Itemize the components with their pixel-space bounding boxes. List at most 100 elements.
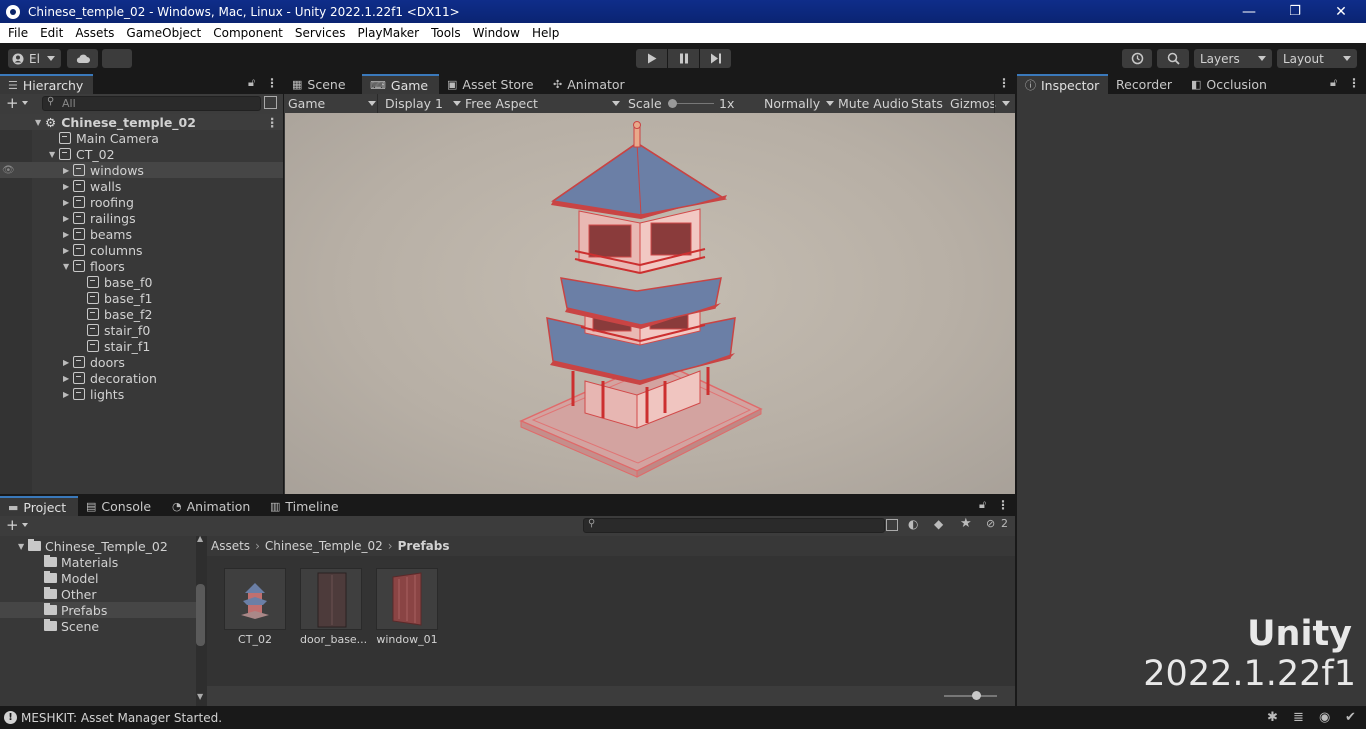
expand-arrow-icon[interactable]: ▼ bbox=[63, 262, 73, 271]
add-icon[interactable]: + bbox=[6, 517, 19, 533]
add-icon[interactable]: + bbox=[6, 95, 19, 111]
mute-audio-button[interactable]: Mute Audio bbox=[838, 94, 909, 113]
more-options-icon[interactable]: ⋮ bbox=[266, 76, 278, 90]
game-viewport[interactable] bbox=[285, 113, 1015, 494]
hierarchy-item[interactable]: stair_f1 bbox=[0, 338, 283, 354]
tab-inspector[interactable]: ⓘ Inspector bbox=[1017, 74, 1108, 94]
tab-recorder[interactable]: Recorder bbox=[1108, 74, 1183, 94]
scene-root-row[interactable]: ▼ ⚙ Chinese_temple_02 ⋮ bbox=[0, 114, 283, 130]
layout-dropdown[interactable]: Layout bbox=[1277, 49, 1357, 68]
hidden-eye-icon[interactable]: ⊘ bbox=[986, 517, 995, 530]
tab-game[interactable]: ⌨ Game bbox=[362, 74, 439, 94]
expand-arrow-icon[interactable]: ▶ bbox=[63, 358, 73, 367]
tab-console[interactable]: ▤ Console bbox=[78, 496, 164, 516]
menu-file[interactable]: File bbox=[2, 26, 34, 40]
scale-slider-handle[interactable] bbox=[668, 99, 677, 108]
expand-arrow-icon[interactable]: ▼ bbox=[49, 150, 59, 159]
hierarchy-item[interactable]: base_f1 bbox=[0, 290, 283, 306]
gizmos-button[interactable]: Gizmos bbox=[950, 94, 996, 113]
tab-occlusion[interactable]: ◧ Occlusion bbox=[1183, 74, 1279, 94]
tab-hierarchy[interactable]: ☰ Hierarchy bbox=[0, 74, 93, 94]
lock-icon[interactable]: 🔓︎ bbox=[1330, 76, 1337, 90]
scale-slider[interactable] bbox=[668, 99, 714, 108]
menu-tools[interactable]: Tools bbox=[425, 26, 467, 40]
hierarchy-item[interactable]: ▶ decoration bbox=[0, 370, 283, 386]
game-mode-dropdown[interactable]: Game bbox=[288, 94, 376, 113]
stats-button[interactable]: Stats bbox=[911, 94, 943, 113]
cloud-button[interactable] bbox=[67, 49, 98, 68]
close-button[interactable]: ✕ bbox=[1318, 0, 1364, 23]
expand-arrow-icon[interactable]: ▼ bbox=[18, 542, 28, 551]
menu-window[interactable]: Window bbox=[467, 26, 526, 40]
step-button[interactable] bbox=[700, 49, 731, 68]
checkmark-icon[interactable]: ✔ bbox=[1345, 710, 1356, 725]
expand-arrow-icon[interactable]: ▶ bbox=[63, 374, 73, 383]
favorite-star-icon[interactable]: ★ bbox=[960, 516, 972, 531]
play-button[interactable] bbox=[636, 49, 667, 68]
asset-door-base[interactable]: door_base... bbox=[300, 568, 367, 646]
expand-arrow-icon[interactable]: ▶ bbox=[63, 390, 73, 399]
tab-animation[interactable]: ◔ Animation bbox=[164, 496, 262, 516]
hierarchy-search-input[interactable]: ⚲ All bbox=[42, 96, 261, 111]
breadcrumb-current[interactable]: Prefabs bbox=[398, 539, 450, 553]
aspect-dropdown[interactable]: Free Aspect bbox=[465, 94, 620, 113]
hierarchy-item[interactable]: ▶ beams bbox=[0, 226, 283, 242]
menu-playmaker[interactable]: PlayMaker bbox=[352, 26, 426, 40]
play-focus-dropdown[interactable]: Normally bbox=[764, 94, 834, 113]
expand-arrow-icon[interactable]: ▶ bbox=[63, 230, 73, 239]
more-options-icon[interactable]: ⋮ bbox=[1348, 76, 1360, 90]
scene-menu-icon[interactable]: ⋮ bbox=[266, 115, 279, 130]
tree-scrollbar[interactable]: ▲ ▼ bbox=[196, 534, 207, 706]
hierarchy-item[interactable]: ▶ walls bbox=[0, 178, 283, 194]
thumbnail-size-slider[interactable] bbox=[944, 691, 997, 700]
tab-asset-store[interactable]: ▣ Asset Store bbox=[439, 74, 545, 94]
lock-icon[interactable]: 🔓︎ bbox=[979, 498, 986, 512]
project-folder-item[interactable]: ▼ Chinese_Temple_02 bbox=[0, 538, 196, 554]
project-folder-item[interactable]: Model bbox=[0, 570, 196, 586]
project-folder-item[interactable]: Other bbox=[0, 586, 196, 602]
hierarchy-item[interactable]: 👁︎ ▶ windows bbox=[0, 162, 283, 178]
tree-scrollbar-thumb[interactable] bbox=[196, 584, 205, 646]
menu-services[interactable]: Services bbox=[289, 26, 352, 40]
more-options-icon[interactable]: ⋮ bbox=[997, 498, 1009, 512]
hierarchy-item[interactable]: ▶ doors bbox=[0, 354, 283, 370]
breadcrumb-assets[interactable]: Assets bbox=[211, 539, 250, 553]
account-dropdown[interactable]: El bbox=[8, 49, 61, 68]
tab-scene[interactable]: ▦ Scene bbox=[284, 74, 362, 94]
history-button[interactable] bbox=[1122, 49, 1152, 68]
hierarchy-item[interactable]: stair_f0 bbox=[0, 322, 283, 338]
menu-edit[interactable]: Edit bbox=[34, 26, 69, 40]
hierarchy-item[interactable]: ▼ floors bbox=[0, 258, 283, 274]
asset-window-01[interactable]: window_01 bbox=[376, 568, 438, 646]
hierarchy-item[interactable]: base_f0 bbox=[0, 274, 283, 290]
hierarchy-item[interactable]: ▼ CT_02 bbox=[0, 146, 283, 162]
debug-bug-icon[interactable]: ✱ bbox=[1267, 710, 1278, 725]
collab-button[interactable] bbox=[102, 49, 132, 68]
expand-arrow-icon[interactable]: ▼ bbox=[35, 118, 45, 127]
cache-server-icon[interactable]: ◉ bbox=[1319, 710, 1330, 725]
search-scope-icon[interactable] bbox=[886, 519, 898, 531]
thumbnail-size-handle[interactable] bbox=[972, 691, 981, 700]
project-folder-item[interactable]: Prefabs bbox=[0, 602, 196, 618]
scene-visibility-icon[interactable] bbox=[264, 96, 277, 109]
project-search-input[interactable]: ⚲ bbox=[583, 518, 885, 533]
tab-project[interactable]: ▬ Project bbox=[0, 496, 78, 516]
gizmos-chevron-icon[interactable] bbox=[1002, 101, 1010, 106]
project-folder-item[interactable]: Materials bbox=[0, 554, 196, 570]
label-tag-icon[interactable]: ◆ bbox=[934, 517, 943, 531]
expand-arrow-icon[interactable]: ▶ bbox=[63, 166, 73, 175]
visibility-eye-icon[interactable]: 👁︎ bbox=[2, 165, 15, 176]
tab-timeline[interactable]: ▥ Timeline bbox=[262, 496, 342, 516]
menu-gameobject[interactable]: GameObject bbox=[120, 26, 207, 40]
tab-animator[interactable]: ✣ Animator bbox=[545, 74, 645, 94]
menu-help[interactable]: Help bbox=[526, 26, 565, 40]
more-options-icon[interactable]: ⋮ bbox=[998, 76, 1010, 90]
menu-component[interactable]: Component bbox=[207, 26, 289, 40]
progress-stack-icon[interactable]: ≣ bbox=[1293, 710, 1304, 725]
restore-button[interactable]: ❐ bbox=[1272, 0, 1318, 23]
asset-ct02[interactable]: CT_02 bbox=[224, 568, 286, 646]
project-folder-item[interactable]: Scene bbox=[0, 618, 196, 634]
pause-button[interactable] bbox=[668, 49, 699, 68]
display-dropdown[interactable]: Display 1 bbox=[385, 94, 461, 113]
hierarchy-item[interactable]: ▶ columns bbox=[0, 242, 283, 258]
